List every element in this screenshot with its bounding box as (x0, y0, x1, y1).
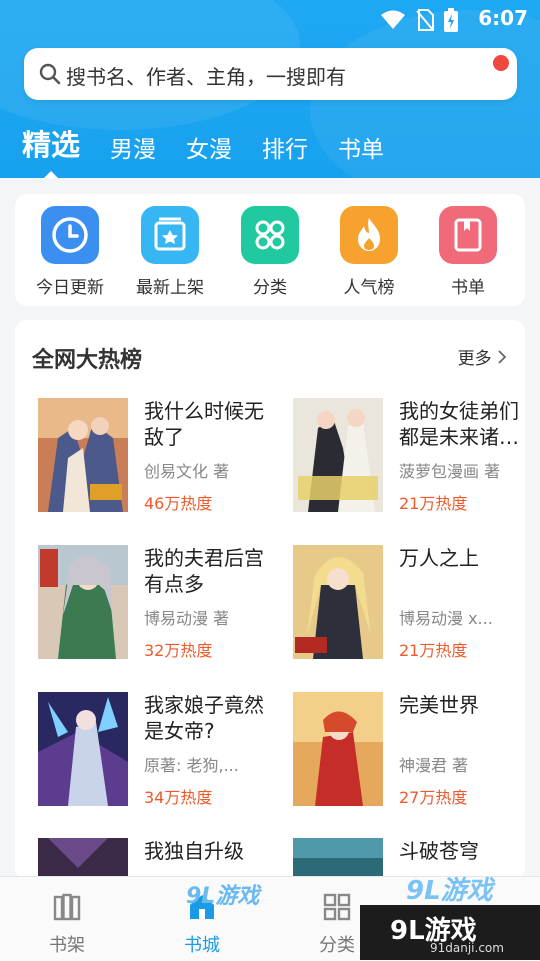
nav-bookshelf[interactable]: 书架 (27, 891, 107, 957)
book-heat: 21万热度 (399, 641, 468, 660)
book-heat: 27万热度 (399, 788, 468, 807)
quick-booklist[interactable]: 书单 (423, 206, 513, 298)
flame-icon (340, 206, 398, 264)
panel-title: 全网大热榜 (32, 348, 143, 373)
status-time: 6:07 (478, 6, 528, 30)
search-placeholder: 搜书名、作者、主角，一搜即有 (66, 65, 346, 89)
quick-label: 书单 (451, 278, 485, 298)
tab-female-comics[interactable]: 女漫 (186, 130, 232, 172)
book-heat: 21万热度 (399, 494, 468, 513)
tab-label: 男漫 (110, 137, 157, 163)
grid-icon (241, 206, 299, 264)
no-sim-icon (416, 9, 434, 35)
book-cover (293, 545, 383, 659)
book-cover (293, 838, 383, 880)
nav-label: 书城 (184, 935, 220, 956)
hot-ranking-panel: 全网大热榜 更多 我什么时候无敌了 创易文化 著 46万热度 我的女徒弟们都是未… (15, 320, 525, 880)
more-label: 更多 (457, 349, 492, 369)
book-cover (293, 398, 383, 512)
book-title: 我的夫君后宫有点多 (144, 546, 264, 596)
more-link[interactable]: 更多 (458, 344, 507, 369)
clock-icon (41, 206, 99, 264)
battery-icon (444, 8, 458, 36)
quick-label: 分类 (253, 278, 287, 298)
quick-label: 今日更新 (36, 278, 104, 298)
quick-entry-panel: 今日更新 最新上架 分类 人气榜 书单 (15, 194, 525, 306)
tab-ranking[interactable]: 排行 (262, 130, 308, 172)
book-author: 博易动漫 x... (399, 609, 493, 628)
bookstore-icon (186, 895, 218, 927)
quick-label: 最新上架 (136, 278, 204, 298)
book-card[interactable]: 我的夫君后宫有点多 博易动漫 著 32万热度 (38, 545, 278, 665)
book-title: 完美世界 (399, 693, 479, 717)
search-icon (38, 62, 62, 90)
book-title: 我的女徒弟们都是未来诸天大佬 (399, 399, 519, 449)
category-tabs: 精选 男漫 女漫 排行 书单 (22, 122, 414, 178)
tab-label: 排行 (262, 137, 309, 163)
chevron-right-icon (497, 349, 507, 369)
book-cover (38, 838, 128, 880)
quick-new-release[interactable]: 最新上架 (125, 206, 215, 298)
book-title: 我家娘子竟然是女帝? (144, 693, 264, 743)
book-title: 我独自升级 (144, 839, 244, 863)
watermark-site: 91danji.com (430, 941, 504, 955)
book-heat: 46万热度 (144, 494, 213, 513)
quick-popular-ranking[interactable]: 人气榜 (324, 206, 414, 298)
quick-label: 人气榜 (343, 278, 395, 298)
tab-label: 女漫 (186, 137, 233, 163)
tab-label: 书单 (338, 137, 385, 163)
book-title: 斗破苍穹 (399, 839, 479, 863)
book-card[interactable]: 我的女徒弟们都是未来诸天大佬 菠萝包漫画 著 21万热度 (293, 398, 525, 518)
book-author: 神漫君 著 (399, 756, 469, 775)
tab-booklist[interactable]: 书单 (338, 130, 384, 172)
wifi-icon (380, 10, 406, 34)
watermark-logo: 9L游戏 (406, 876, 493, 906)
nav-label: 书架 (49, 935, 85, 956)
quick-category[interactable]: 分类 (225, 206, 315, 298)
book-cover (293, 692, 383, 806)
book-card[interactable]: 我独自升级 (38, 838, 278, 880)
book-author: 菠萝包漫画 著 (399, 462, 501, 481)
star-box-icon (141, 206, 199, 264)
quick-today-update[interactable]: 今日更新 (25, 206, 115, 298)
book-card[interactable]: 万人之上 博易动漫 x... 21万热度 (293, 545, 525, 665)
notification-dot (493, 55, 509, 71)
category-icon (321, 893, 353, 927)
book-author: 博易动漫 著 (144, 609, 230, 628)
book-cover (38, 692, 128, 806)
tab-male-comics[interactable]: 男漫 (110, 130, 156, 172)
book-heat: 34万热度 (144, 788, 213, 807)
book-icon (439, 206, 497, 264)
book-cover (38, 545, 128, 659)
book-card[interactable]: 我家娘子竟然是女帝? 原著: 老狗,... 34万热度 (38, 692, 278, 812)
tab-label: 精选 (22, 128, 81, 162)
book-heat: 32万热度 (144, 641, 213, 660)
watermark-badge: 9L游戏 91danji.com (360, 905, 540, 960)
status-bar: 6:07 (0, 0, 540, 36)
book-author: 原著: 老狗,... (144, 756, 239, 775)
book-title: 我什么时候无敌了 (144, 399, 264, 449)
book-card[interactable]: 我什么时候无敌了 创易文化 著 46万热度 (38, 398, 278, 518)
book-author: 创易文化 著 (144, 462, 230, 481)
tab-featured[interactable]: 精选 (22, 122, 81, 178)
active-indicator (44, 171, 58, 178)
book-card[interactable]: 完美世界 神漫君 著 27万热度 (293, 692, 525, 812)
book-title: 万人之上 (399, 546, 479, 570)
book-cover (38, 398, 128, 512)
bookshelf-icon (51, 893, 83, 927)
search-bar[interactable]: 搜书名、作者、主角，一搜即有 (24, 48, 517, 100)
watermark-logo: 9L游戏 (186, 884, 260, 909)
